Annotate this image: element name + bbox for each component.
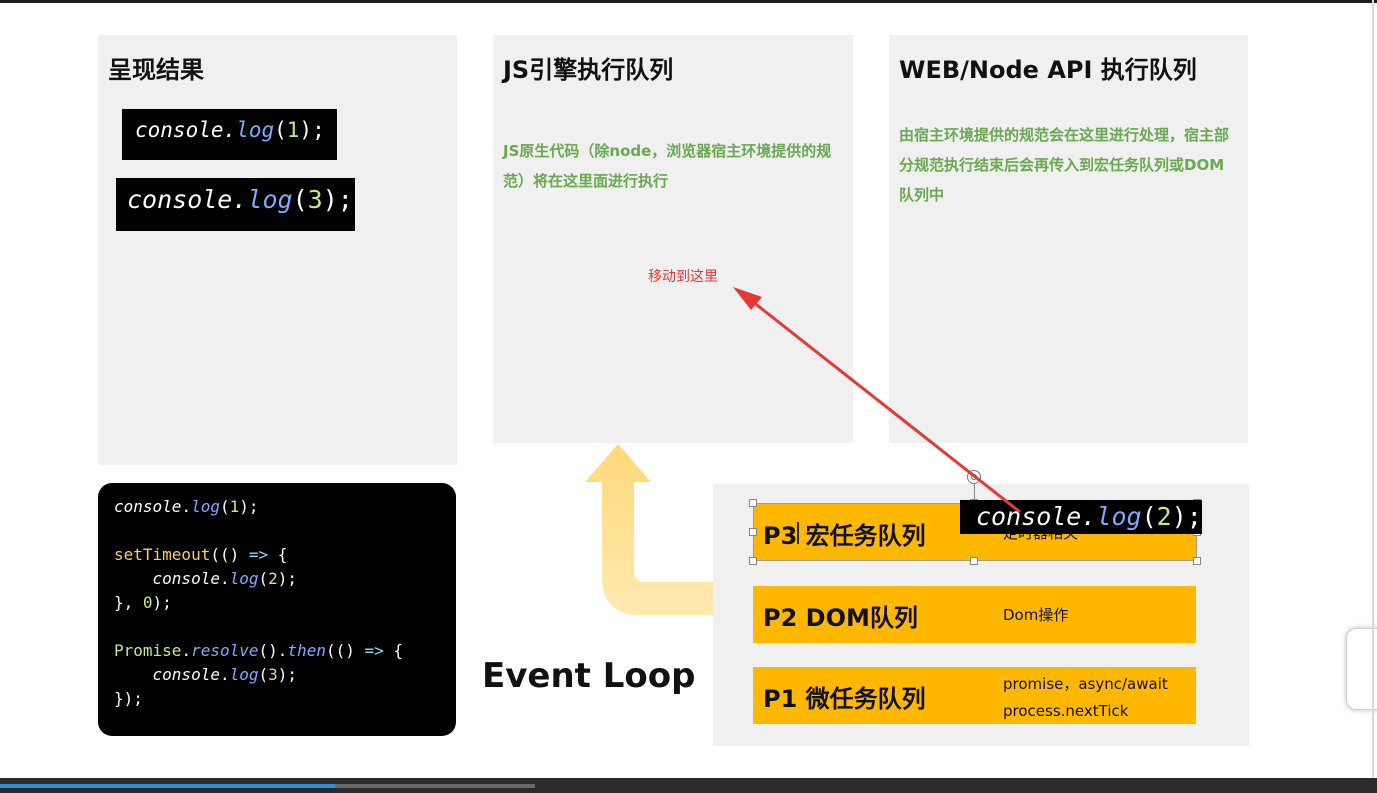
move-arrow-icon xyxy=(733,287,1021,514)
video-buffer-bar xyxy=(335,784,535,788)
video-progress-fill xyxy=(0,784,335,788)
move-here-annotation: 移动到这里 xyxy=(648,269,718,285)
window-right-border xyxy=(1372,0,1374,793)
